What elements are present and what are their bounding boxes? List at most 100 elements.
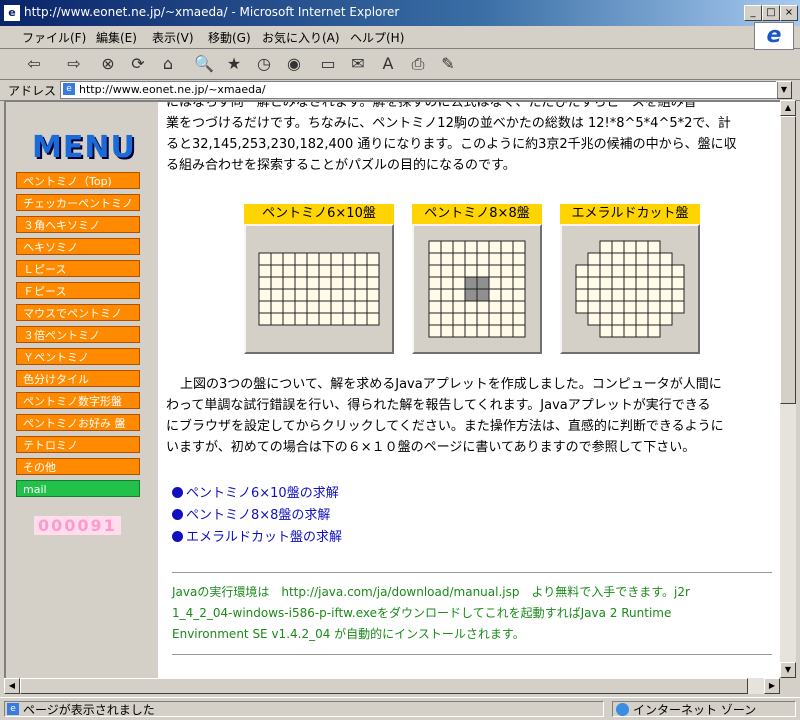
board-cell — [599, 288, 613, 302]
scroll-up-icon[interactable]: ▲ — [780, 100, 796, 116]
nav-custom-board[interactable]: ペントミノお好み 盤 — [16, 414, 140, 431]
board-cell — [282, 264, 296, 278]
board-cell — [476, 300, 490, 314]
nav-color-tile[interactable]: 色分けタイル — [16, 370, 140, 387]
minimize-button[interactable]: _ — [744, 5, 762, 21]
nav-pentomino-top[interactable]: ペントミノ（Top) — [16, 172, 140, 189]
board-cell — [635, 240, 649, 254]
board-cell — [306, 252, 320, 266]
board-cell — [671, 276, 685, 290]
refresh-icon[interactable]: ⟳ — [126, 53, 150, 75]
board-cell — [659, 276, 673, 290]
board-cell — [270, 264, 284, 278]
board-cell — [488, 312, 502, 326]
board-cell — [258, 288, 272, 302]
favorites-icon[interactable]: ★ — [222, 53, 246, 75]
board-6x10[interactable] — [244, 224, 394, 354]
menu-file[interactable]: ファイル(F) — [22, 29, 86, 46]
board-cell — [647, 288, 661, 302]
intro-line: る組み合わせを探索することがパズルの目的になるのです。 — [166, 158, 516, 173]
menu-go[interactable]: 移動(G) — [208, 29, 251, 46]
board-cell — [659, 288, 673, 302]
board-cell — [647, 240, 661, 254]
mail-icon[interactable]: ✉ — [346, 53, 370, 75]
history-icon[interactable]: ◷ — [252, 53, 276, 75]
board-cell — [282, 288, 296, 302]
nav-hexomino[interactable]: ヘキソミノ — [16, 238, 140, 255]
nav-checker-pentomino[interactable]: チェッカーペントミノ — [16, 194, 140, 211]
link-solve-6x10[interactable]: ペントミノ6×10盤の求解 — [172, 482, 339, 501]
board-cell — [318, 252, 332, 266]
back-icon[interactable]: ⇦ — [22, 53, 46, 75]
nav-triangle-hexomino[interactable]: ３角ヘキソミノ — [16, 216, 140, 233]
board-cell — [318, 276, 332, 290]
board-cell — [452, 252, 466, 266]
scroll-down-icon[interactable]: ▼ — [780, 662, 796, 678]
address-input[interactable]: e http://www.eonet.ne.jp/~xmaeda/ — [60, 81, 778, 99]
scroll-left-icon[interactable]: ◀ — [4, 678, 20, 694]
close-button[interactable]: × — [780, 5, 798, 21]
board-cell — [512, 276, 526, 290]
board-cell — [306, 312, 320, 326]
fullscreen-icon[interactable]: ▭ — [316, 53, 340, 75]
bullet-icon — [172, 509, 183, 520]
nav-mail[interactable]: mail — [16, 480, 140, 497]
maximize-button[interactable]: □ — [762, 5, 780, 21]
address-dropdown-icon[interactable]: ▼ — [776, 81, 792, 99]
nav-l-piece[interactable]: Ｌピース — [16, 260, 140, 277]
edit-icon[interactable]: ✎ — [436, 53, 460, 75]
board-cell — [258, 312, 272, 326]
nav-mouse-pentomino[interactable]: マウスでペントミノ — [16, 304, 140, 321]
board-cell — [342, 312, 356, 326]
board-cell — [599, 240, 613, 254]
nav-triple-pentomino[interactable]: ３倍ペントミノ — [16, 326, 140, 343]
board-cell — [342, 252, 356, 266]
board-cell — [428, 240, 442, 254]
applet-line: にブラウザを設定してからクリックしてください。また操作方法は、直感的に判断できる… — [166, 419, 724, 434]
channels-icon[interactable]: ◉ — [282, 53, 306, 75]
home-icon[interactable]: ⌂ — [156, 53, 180, 75]
font-icon[interactable]: A — [376, 53, 400, 75]
link-text: ペントミノ6×10盤の求解 — [186, 486, 339, 501]
nav-f-piece[interactable]: Ｆピース — [16, 282, 140, 299]
board-cell — [476, 324, 490, 338]
board-cell — [342, 264, 356, 278]
board-cell — [488, 324, 502, 338]
vertical-scrollbar[interactable]: ▲ ▼ — [780, 100, 796, 678]
nav-other[interactable]: その他 — [16, 458, 140, 475]
board-cell — [306, 300, 320, 314]
menu-help[interactable]: ヘルプ(H) — [350, 29, 404, 46]
board-cell — [512, 288, 526, 302]
board-cell — [635, 276, 649, 290]
board-cell — [452, 312, 466, 326]
menu-view[interactable]: 表示(V) — [152, 29, 194, 46]
nav-number-board[interactable]: ペントミノ数字形盤 — [16, 392, 140, 409]
vertical-scroll-thumb[interactable] — [780, 116, 796, 404]
stop-icon[interactable]: ⊗ — [96, 53, 120, 75]
nav-y-pentomino[interactable]: Ｙペントミノ — [16, 348, 140, 365]
search-icon[interactable]: 🔍 — [192, 53, 216, 75]
link-solve-emerald[interactable]: エメラルドカット盤の求解 — [172, 526, 342, 545]
board-cell — [635, 252, 649, 266]
horizontal-scrollbar[interactable]: ◀ ▶ — [4, 678, 780, 694]
board-cell — [354, 312, 368, 326]
board-cell — [428, 324, 442, 338]
board-cell — [342, 276, 356, 290]
menu-edit[interactable]: 編集(E) — [96, 29, 137, 46]
horizontal-scroll-thumb[interactable] — [20, 678, 748, 694]
board-cell — [635, 264, 649, 278]
board-cell — [659, 264, 673, 278]
board-cell — [488, 252, 502, 266]
nav-tetromino[interactable]: テトロミノ — [16, 436, 140, 453]
forward-icon[interactable]: ⇨ — [62, 53, 86, 75]
board-cell — [476, 288, 490, 302]
link-solve-8x8[interactable]: ペントミノ8×8盤の求解 — [172, 504, 330, 523]
board-cell — [342, 288, 356, 302]
board-emerald[interactable] — [560, 224, 700, 354]
scroll-right-icon[interactable]: ▶ — [764, 678, 780, 694]
board-8x8[interactable] — [412, 224, 542, 354]
board-cell — [623, 240, 637, 254]
print-icon[interactable]: ⎙ — [406, 53, 430, 75]
menu-favorites[interactable]: お気に入り(A) — [262, 29, 340, 46]
board-cell — [623, 276, 637, 290]
